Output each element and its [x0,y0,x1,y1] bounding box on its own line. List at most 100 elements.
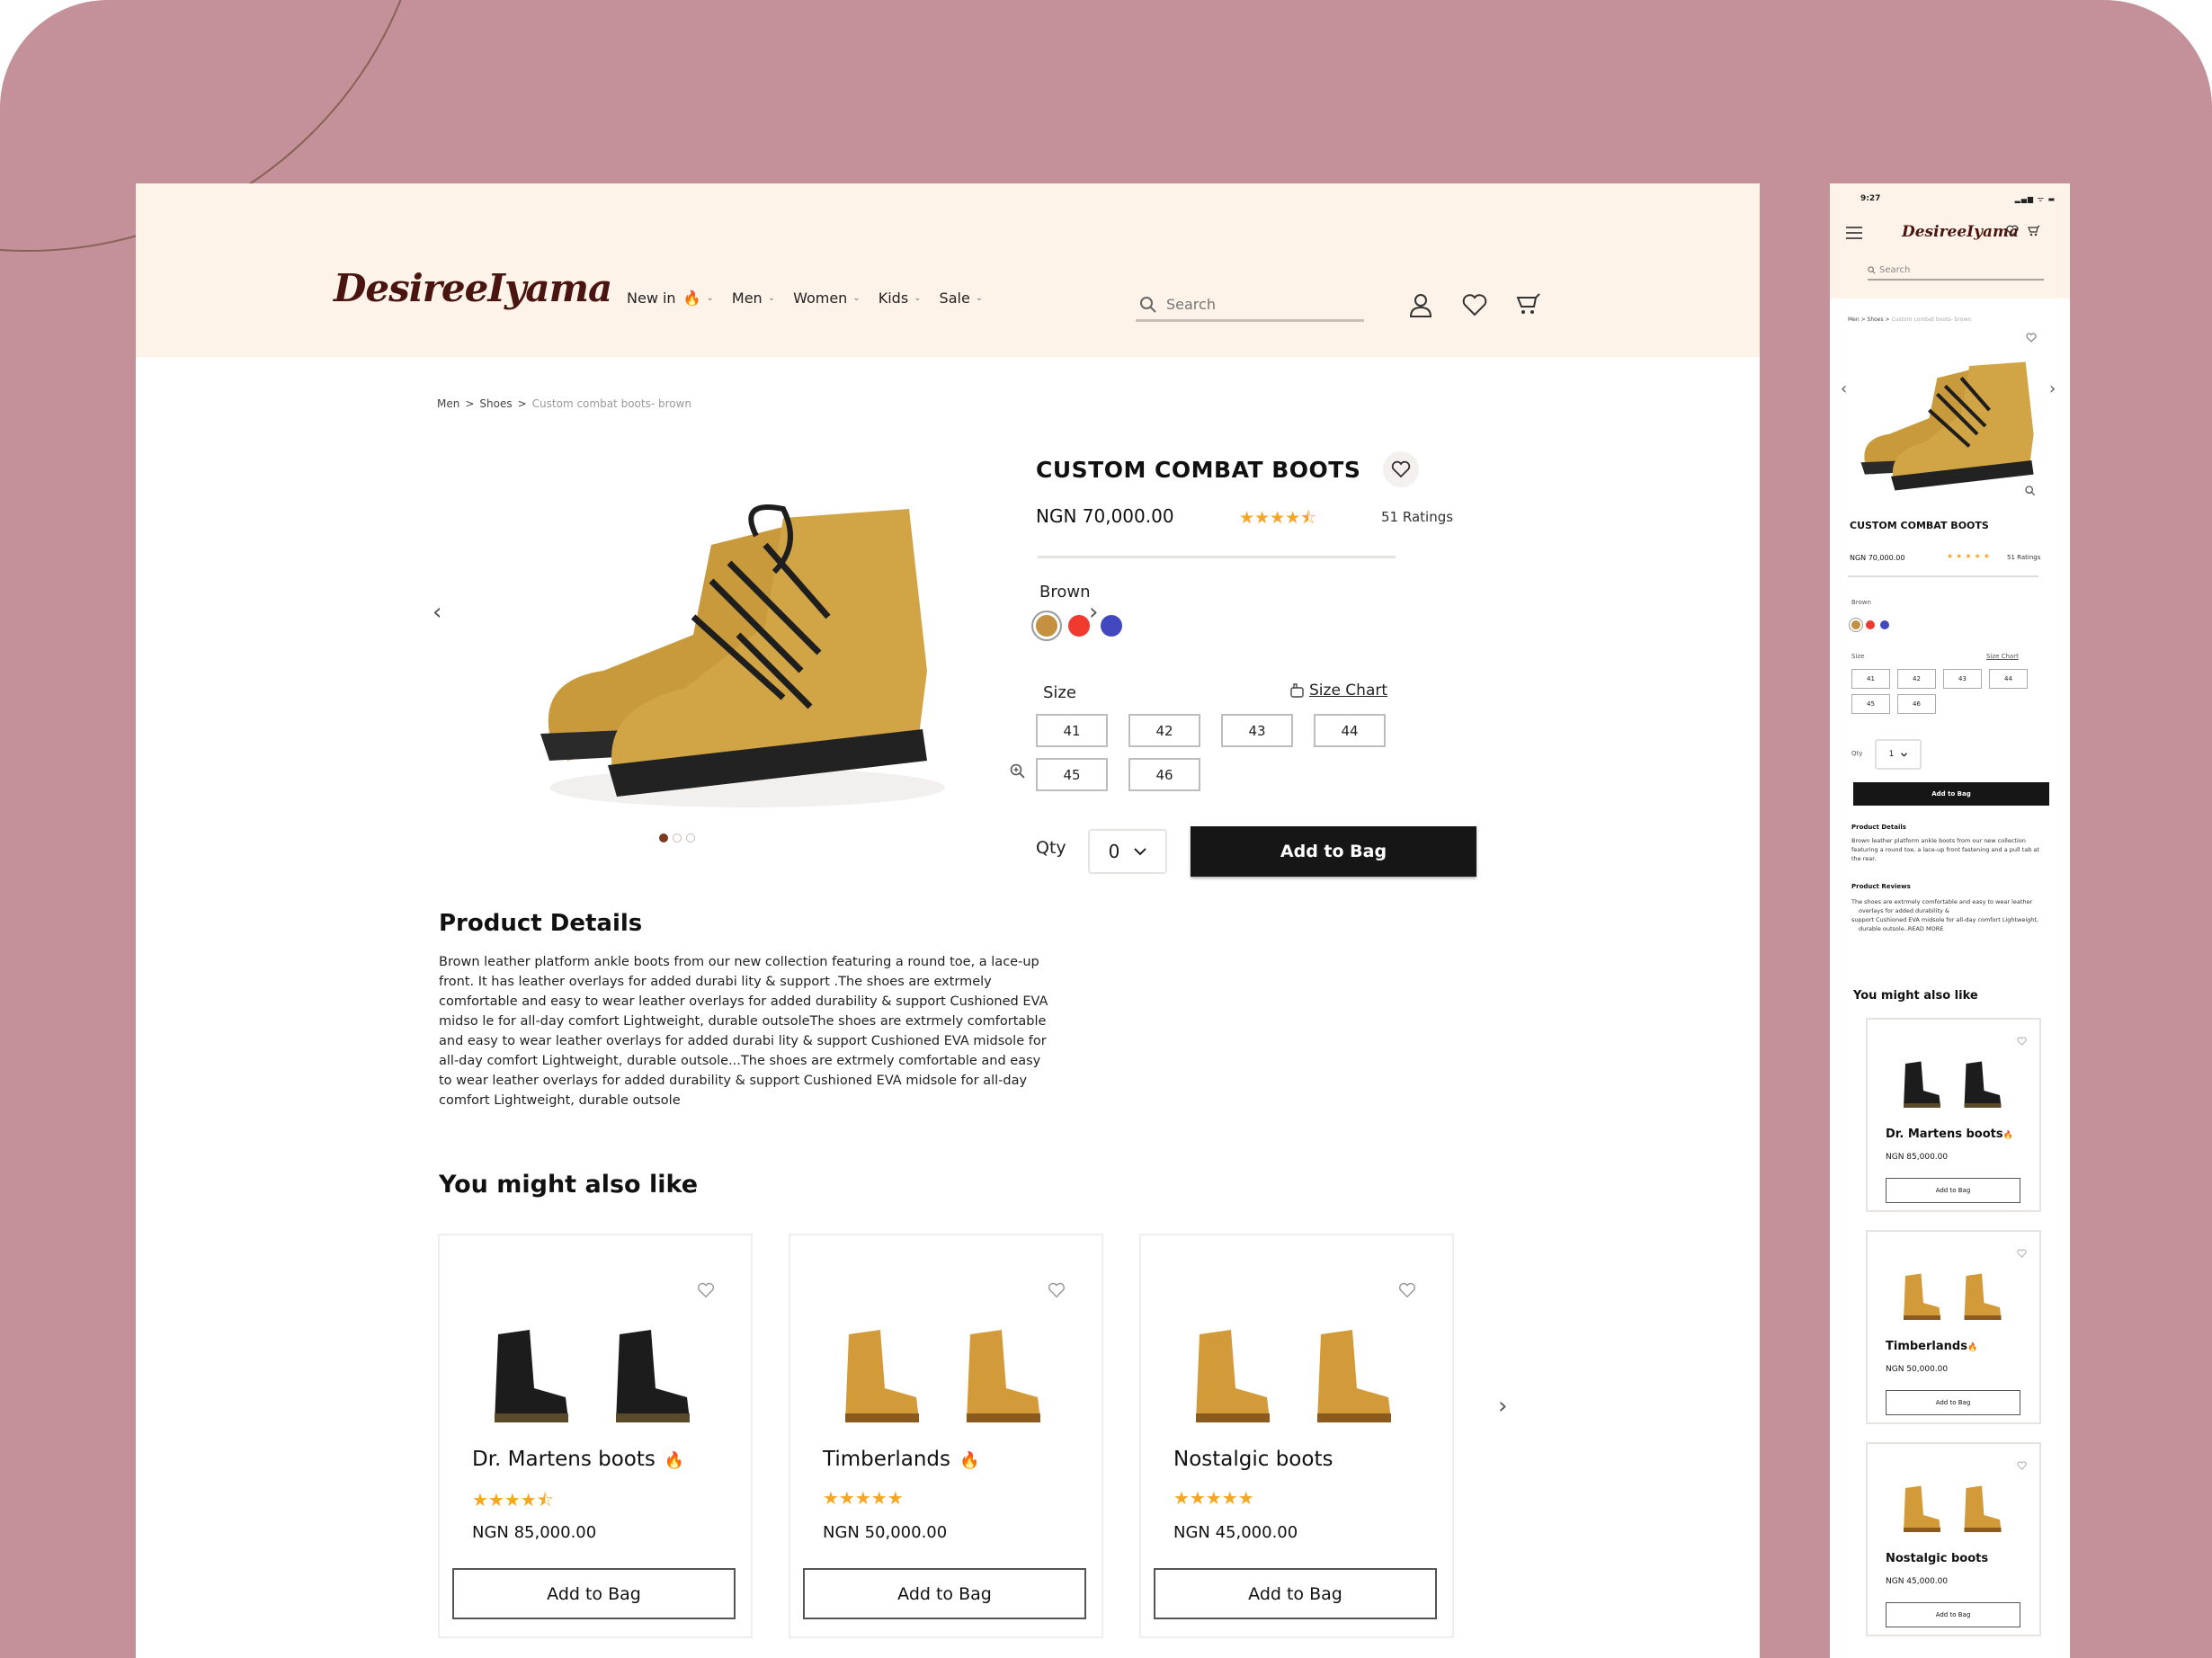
mobile-card-add-to-bag-button[interactable]: Add to Bag [1886,1390,2020,1415]
carousel-dot[interactable] [673,833,682,842]
zoom-in-icon[interactable] [1010,763,1026,780]
flame-icon: 🔥 [682,290,701,307]
carousel-dots [659,833,695,842]
search-icon [1868,265,1876,273]
carousel-dot[interactable] [686,833,695,842]
header-actions [1407,291,1542,318]
qty-select[interactable]: 0 [1088,829,1167,874]
mobile-product-card[interactable]: Nostalgic boots NGN 45,000.00 Add to Bag [1866,1442,2041,1636]
size-option[interactable]: 45 [1036,758,1108,791]
add-to-wishlist-button[interactable] [1383,451,1419,487]
color-swatch-red[interactable] [1068,615,1090,637]
mobile-color-swatches [1851,620,1889,629]
mobile-product-card-price: NGN 85,000.00 [1886,1153,1949,1162]
mobile-brand-logo[interactable]: DesireeIyama [1902,223,2019,241]
size-option[interactable]: 41 [1851,669,1890,689]
recommendations-next-arrow-icon[interactable]: › [1498,1393,1507,1420]
mobile-rating-stars: ★★★★★ [1947,552,1993,560]
breadcrumb-shoes[interactable]: Shoes [479,397,512,410]
search-input[interactable] [1166,296,1346,313]
chevron-down-icon: ⌄ [914,293,922,303]
mobile-zoom-icon[interactable] [2025,486,2036,496]
status-icons: ▂▄▆ ᯤ ▬ [2014,195,2056,203]
wishlist-heart-icon[interactable] [1461,291,1488,318]
mobile-qty-value: 1 [1888,750,1895,759]
product-card-stars: ★★★★★ [1173,1487,1254,1509]
nav-item-kids[interactable]: Kids ⌄ [879,290,922,307]
color-swatch-blue[interactable] [1101,615,1122,637]
size-option[interactable]: 43 [1221,714,1293,747]
mobile-product-card-title: Dr. Martens boots [1886,1128,2003,1141]
color-swatch-blue[interactable] [1880,620,1889,629]
mobile-details-heading: Product Details [1851,824,1906,831]
size-option[interactable]: 45 [1851,694,1890,714]
product-card[interactable]: Dr. Martens boots 🔥 ★★★★⯪ NGN 85,000.00 Add … [438,1234,753,1638]
color-swatch-brown[interactable] [1036,615,1057,637]
mobile-breadcrumb-path[interactable]: Men > Shoes > [1848,316,1890,323]
mobile-reviews-list: The shoes are extrmely comfortable and e… [1851,897,2045,933]
mobile-heart-icon[interactable] [2026,333,2037,343]
product-card[interactable]: Timberlands 🔥 ★★★★★ NGN 50,000.00 Add to Bag [789,1234,1103,1638]
card-add-to-bag-button[interactable]: Add to Bag [1154,1568,1437,1619]
size-option[interactable]: 42 [1128,714,1200,747]
size-option[interactable]: 44 [1314,714,1386,747]
breadcrumb-men[interactable]: Men [437,397,459,410]
mobile-card-add-to-bag-button[interactable]: Add to Bag [1886,1178,2020,1203]
card-add-to-bag-button[interactable]: Add to Bag [803,1568,1086,1619]
mobile-ratings-count[interactable]: 51 Ratings [2007,554,2040,561]
size-option[interactable]: 44 [1989,669,2028,689]
cart-icon[interactable] [2028,225,2040,237]
heart-icon[interactable] [1048,1282,1066,1302]
mobile-size-chart-link[interactable]: Size Chart [1986,653,2019,660]
size-chart-link[interactable]: Size Chart [1289,682,1387,700]
ratings-count[interactable]: 51 Ratings [1381,509,1453,525]
desktop-page: DesireeIyama New in 🔥 ⌄ Men ⌄ Women ⌄ Kids ⌄ Sale… [136,183,1760,1658]
nav-item-sale[interactable]: Sale ⌄ [940,290,984,307]
mobile-qty-select[interactable]: 1 [1875,739,1922,770]
heart-icon[interactable] [2006,225,2019,236]
chevron-down-icon [1901,752,1908,757]
mobile-reviews-heading: Product Reviews [1851,883,1911,890]
color-swatch-red[interactable] [1866,620,1875,629]
mobile-prev-arrow-icon[interactable]: ‹ [1841,379,1847,398]
mobile-next-arrow-icon[interactable]: › [2049,379,2056,398]
mobile-product-card[interactable]: Timberlands🔥 NGN 50,000.00 Add to Bag [1866,1230,2041,1424]
product-price: NGN 70,000.00 [1036,505,1174,527]
add-to-bag-button[interactable]: Add to Bag [1191,826,1476,877]
mobile-product-card-name: Dr. Martens boots🔥 [1886,1128,2013,1141]
gallery-prev-arrow-icon[interactable]: ‹ [433,599,442,626]
size-option[interactable]: 46 [1897,694,1936,714]
carousel-dot[interactable] [659,833,668,842]
mobile-product-card[interactable]: Dr. Martens boots🔥 NGN 85,000.00 Add to Ba… [1866,1018,2041,1212]
size-option[interactable]: 41 [1036,714,1108,747]
product-card-price: NGN 85,000.00 [472,1523,597,1542]
search-bar[interactable] [1136,290,1364,322]
breadcrumb-separator: > [517,397,527,410]
user-icon[interactable] [1407,291,1434,318]
mobile-product-card-title: Timberlands [1886,1340,1967,1353]
card-add-to-bag-button[interactable]: Add to Bag [452,1568,736,1619]
hamburger-menu-icon[interactable] [1846,227,1862,239]
cart-icon[interactable] [1515,291,1542,318]
size-option[interactable]: 42 [1897,669,1936,689]
mobile-card-add-to-bag-button[interactable]: Add to Bag [1886,1602,2020,1627]
nav-item-new-in[interactable]: New in 🔥 ⌄ [627,290,714,307]
product-card[interactable]: Nostalgic boots ★★★★★ NGN 45,000.00 Add to … [1139,1234,1454,1638]
color-swatch-brown[interactable] [1851,620,1860,629]
size-option[interactable]: 46 [1128,758,1200,791]
heart-icon[interactable] [1398,1282,1416,1302]
heart-icon[interactable] [697,1282,715,1302]
breadcrumb-current: Custom combat boots- brown [531,397,692,410]
breadcrumb: Men > Shoes > Custom combat boots- brown [437,397,691,410]
site-header: DesireeIyama New in 🔥 ⌄ Men ⌄ Women ⌄ Kids ⌄ Sale… [136,183,1760,357]
nav-item-men[interactable]: Men ⌄ [732,290,775,307]
nav-item-women[interactable]: Women ⌄ [793,290,861,307]
brand-logo[interactable]: DesireeIyama [334,266,612,310]
mobile-search-bar[interactable]: Search [1868,261,2044,281]
mobile-product-title: CUSTOM COMBAT BOOTS [1850,520,1989,531]
product-card-image [813,1307,1083,1433]
mobile-review-item: support Cushioned EVA midsole for all-da… [1851,916,2039,932]
recommendation-cards: Dr. Martens boots 🔥 ★★★★⯪ NGN 85,000.00 Add … [438,1234,1454,1638]
size-option[interactable]: 43 [1943,669,1982,689]
mobile-add-to-bag-button[interactable]: Add to Bag [1853,782,2049,806]
